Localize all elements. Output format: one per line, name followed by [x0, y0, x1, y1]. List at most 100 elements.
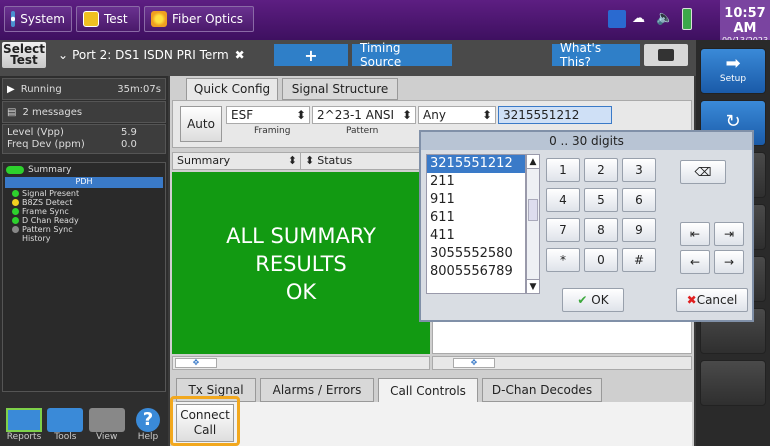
- led-tree-item[interactable]: History: [6, 234, 162, 243]
- close-icon[interactable]: ✖: [235, 48, 245, 62]
- number-history-item[interactable]: 211: [427, 173, 525, 191]
- list-scrollbar[interactable]: ▲ ▼: [526, 154, 540, 294]
- connect-call-button[interactable]: Connect Call: [176, 404, 234, 442]
- add-tab-button[interactable]: +: [274, 44, 348, 66]
- tab-call-controls[interactable]: Call Controls: [378, 378, 478, 402]
- check-icon: ✔: [577, 293, 588, 307]
- digit-key[interactable]: 5: [584, 188, 618, 212]
- battery-icon: [682, 8, 692, 30]
- led-indicator-icon: [12, 226, 19, 233]
- number-history-item[interactable]: 3055552580: [427, 245, 525, 263]
- digit-key[interactable]: #: [622, 248, 656, 272]
- phone-number-input[interactable]: 3215551212: [498, 106, 612, 124]
- help-button[interactable]: ? Help: [130, 408, 166, 446]
- message-icon: ▤: [7, 106, 17, 118]
- tab-quick-config[interactable]: Quick Config: [186, 78, 278, 100]
- led-tree-label: Pattern Sync: [22, 225, 73, 234]
- summary-led-row[interactable]: Summary: [3, 163, 165, 177]
- cancel-x-icon: ✖: [686, 293, 697, 307]
- panel-scrollbar-left[interactable]: ✥: [172, 356, 430, 370]
- scroll-thumb[interactable]: [528, 199, 538, 221]
- digit-key[interactable]: 6: [622, 188, 656, 212]
- speaker-icon[interactable]: 🔈: [656, 10, 676, 28]
- tab-signal-structure[interactable]: Signal Structure: [282, 78, 398, 100]
- number-history-list[interactable]: 3215551212 211 911 611 411 3055552580 80055567…: [426, 154, 526, 294]
- messages-button[interactable]: ▤ 2 messages: [2, 101, 166, 123]
- led-tree-label: History: [22, 234, 51, 243]
- summary-text-line3: OK: [285, 280, 317, 304]
- cursor-right-button[interactable]: →: [714, 250, 744, 274]
- led-tree-label: B8ZS Detect: [22, 198, 73, 207]
- tab-port2[interactable]: ⌄ Port 2: DS1 ISDN PRI Term ✖: [50, 44, 270, 66]
- scroll-up-icon[interactable]: ▲: [527, 155, 539, 169]
- digit-key[interactable]: 1: [546, 158, 580, 182]
- framing-select[interactable]: ESF ⬍: [226, 106, 310, 124]
- system-button[interactable]: System: [4, 6, 72, 32]
- tools-label: Tools: [54, 432, 77, 442]
- cursor-left-button[interactable]: ←: [680, 250, 710, 274]
- led-tree-item[interactable]: Signal Present: [6, 189, 162, 198]
- result-selectors: Summary ⬍ ⬍ Status: [172, 152, 430, 170]
- camera-button[interactable]: [644, 44, 688, 66]
- digit-key[interactable]: 9: [622, 218, 656, 242]
- level-readout: Level (Vpp) 5.9 Freq Dev (ppm) 0.0: [2, 124, 166, 154]
- test-label: Test: [104, 12, 128, 26]
- pattern-select[interactable]: 2^23-1 ANSI ⬍: [312, 106, 416, 124]
- digit-key[interactable]: 8: [584, 218, 618, 242]
- pdh-header[interactable]: PDH: [5, 177, 163, 188]
- number-history-item[interactable]: 3215551212: [427, 155, 525, 173]
- setup-button[interactable]: ➡ Setup: [700, 48, 766, 94]
- auto-button[interactable]: Auto: [180, 106, 222, 142]
- number-history-item[interactable]: 911: [427, 191, 525, 209]
- vnc-icon[interactable]: [608, 10, 626, 28]
- fiber-optics-button[interactable]: Fiber Optics: [144, 6, 254, 32]
- action-button-7[interactable]: [700, 360, 766, 406]
- test-button[interactable]: Test: [76, 6, 140, 32]
- run-status[interactable]: ▶ Running 35m:07s: [2, 78, 166, 100]
- led-tree-item[interactable]: D Chan Ready: [6, 216, 162, 225]
- number-history-item[interactable]: 411: [427, 227, 525, 245]
- led-indicator-icon: [12, 208, 19, 215]
- led-indicator-icon: [12, 235, 19, 242]
- reports-button[interactable]: Reports: [6, 408, 42, 446]
- cursor-home-button[interactable]: ⇤: [680, 222, 710, 246]
- view-button[interactable]: View: [88, 408, 125, 446]
- setup-label: Setup: [719, 74, 747, 84]
- ok-button[interactable]: ✔ OK: [562, 288, 624, 312]
- summary-select[interactable]: Summary ⬍: [173, 153, 301, 169]
- scroll-down-icon[interactable]: ▼: [527, 279, 539, 293]
- led-tree-item[interactable]: B8ZS Detect: [6, 198, 162, 207]
- bottom-dock: Reports Tools View ? Help: [6, 408, 166, 446]
- cursor-end-button[interactable]: ⇥: [714, 222, 744, 246]
- tools-button[interactable]: Tools: [47, 408, 84, 446]
- tab-d-chan-decodes[interactable]: D-Chan Decodes: [482, 378, 602, 402]
- digit-key[interactable]: 0: [584, 248, 618, 272]
- resize-icon: ✥: [453, 358, 495, 368]
- led-tree-label: Frame Sync: [22, 207, 69, 216]
- cursor-end-icon: ⇥: [723, 227, 735, 241]
- led-tree-item[interactable]: Frame Sync: [6, 207, 162, 216]
- number-history-item[interactable]: 611: [427, 209, 525, 227]
- resize-icon: ✥: [175, 358, 217, 368]
- panel-scrollbar-right[interactable]: ✥: [432, 356, 692, 370]
- tab-alarms-errors[interactable]: Alarms / Errors: [260, 378, 374, 402]
- led-tree-label: Signal Present: [22, 189, 80, 198]
- arrow-right-icon: →: [723, 255, 735, 269]
- tab-timing-source[interactable]: Timing Source: [352, 41, 452, 69]
- select-test-button[interactable]: Select Test: [2, 42, 46, 68]
- any-select[interactable]: Any ⬍: [418, 106, 496, 124]
- toolbox-icon: [47, 408, 84, 432]
- digit-key[interactable]: 2: [584, 158, 618, 182]
- digit-key[interactable]: 3: [622, 158, 656, 182]
- led-tree-item[interactable]: Pattern Sync: [6, 225, 162, 234]
- summary-select-value: Summary: [177, 154, 231, 167]
- whats-this-button[interactable]: What's This?: [552, 41, 640, 69]
- digit-key[interactable]: 7: [546, 218, 580, 242]
- number-history-item[interactable]: 8005556789: [427, 263, 525, 281]
- digit-key[interactable]: *: [546, 248, 580, 272]
- cancel-button[interactable]: ✖Cancel: [676, 288, 748, 312]
- help-icon: ?: [135, 408, 160, 432]
- status-select[interactable]: ⬍ Status: [301, 153, 429, 169]
- backspace-button[interactable]: ⌫: [680, 160, 726, 184]
- digit-key[interactable]: 4: [546, 188, 580, 212]
